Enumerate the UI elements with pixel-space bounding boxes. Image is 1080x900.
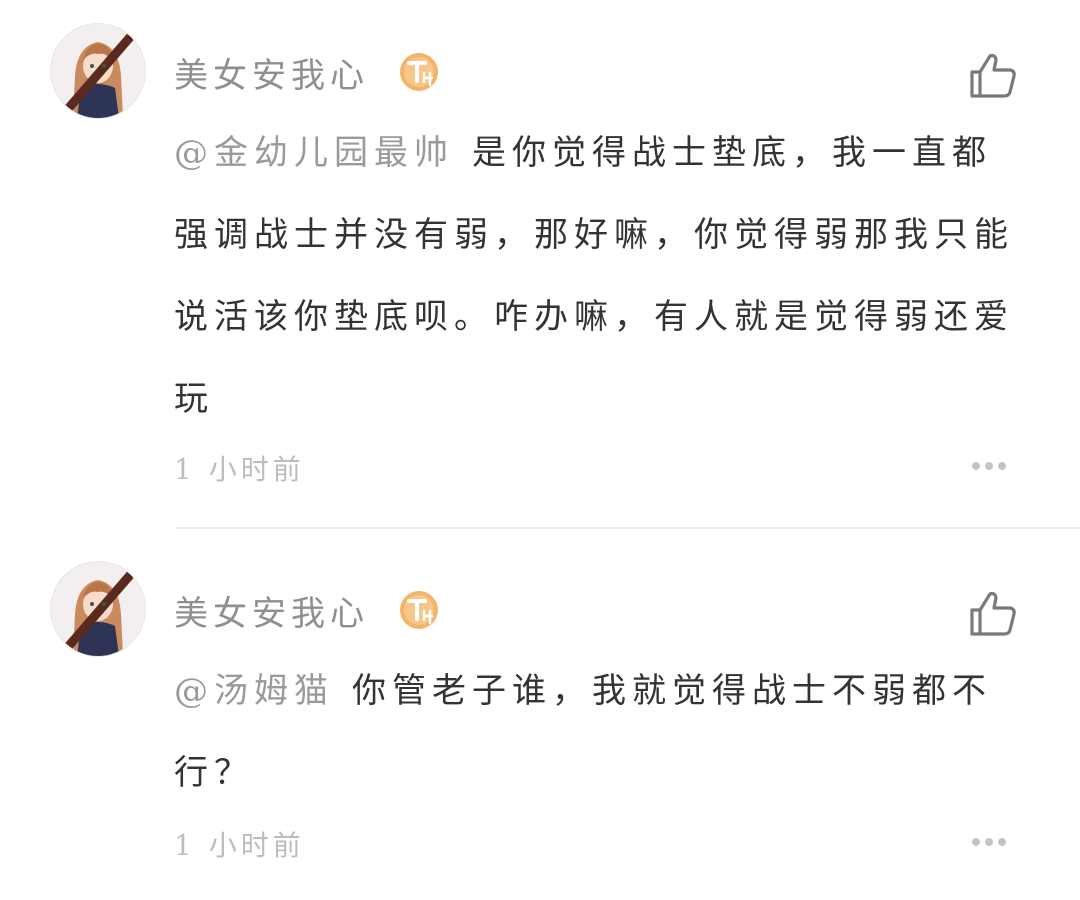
mention-link[interactable]: @金幼儿园最帅 [174, 133, 454, 173]
username[interactable]: 美女安我心 [174, 586, 369, 635]
timestamp: 1 小时前 [174, 453, 305, 486]
avatar-image [51, 562, 145, 656]
level-badge-icon [398, 589, 440, 631]
username[interactable]: 美女安我心 [174, 48, 369, 97]
comment-body: 是你觉得战士垫底，我一直都强调战士并没有弱，那好嘛，你觉得弱那我只能说活该你垫底… [174, 133, 1014, 419]
avatar[interactable] [50, 23, 146, 119]
avatar[interactable] [50, 561, 146, 657]
comment-item: 美女安我心 @汤姆猫 你管老子谁，我就觉得战士不弱都不行？ 1 小时前 [0, 528, 1080, 900]
level-badge-icon [398, 51, 440, 93]
comment-text: @金幼儿园最帅 是你觉得战士垫底，我一直都强调战士并没有弱，那好嘛，你觉得弱那我只… [174, 112, 1019, 440]
comment-text: @汤姆猫 你管老子谁，我就觉得战士不弱都不行？ [174, 650, 1019, 814]
avatar-image [51, 24, 145, 118]
thumbs-up-icon[interactable] [968, 590, 1018, 638]
comment-item: 美女安我心 @金幼儿园最帅 是你觉得战士垫底，我一直都强调战士并没有弱，那好嘛，你… [0, 0, 1080, 528]
mention-link[interactable]: @汤姆猫 [174, 671, 334, 711]
more-dots-icon[interactable] [970, 836, 1008, 848]
thumbs-up-icon[interactable] [968, 52, 1018, 100]
timestamp: 1 小时前 [174, 829, 305, 862]
more-dots-icon[interactable] [970, 460, 1008, 472]
